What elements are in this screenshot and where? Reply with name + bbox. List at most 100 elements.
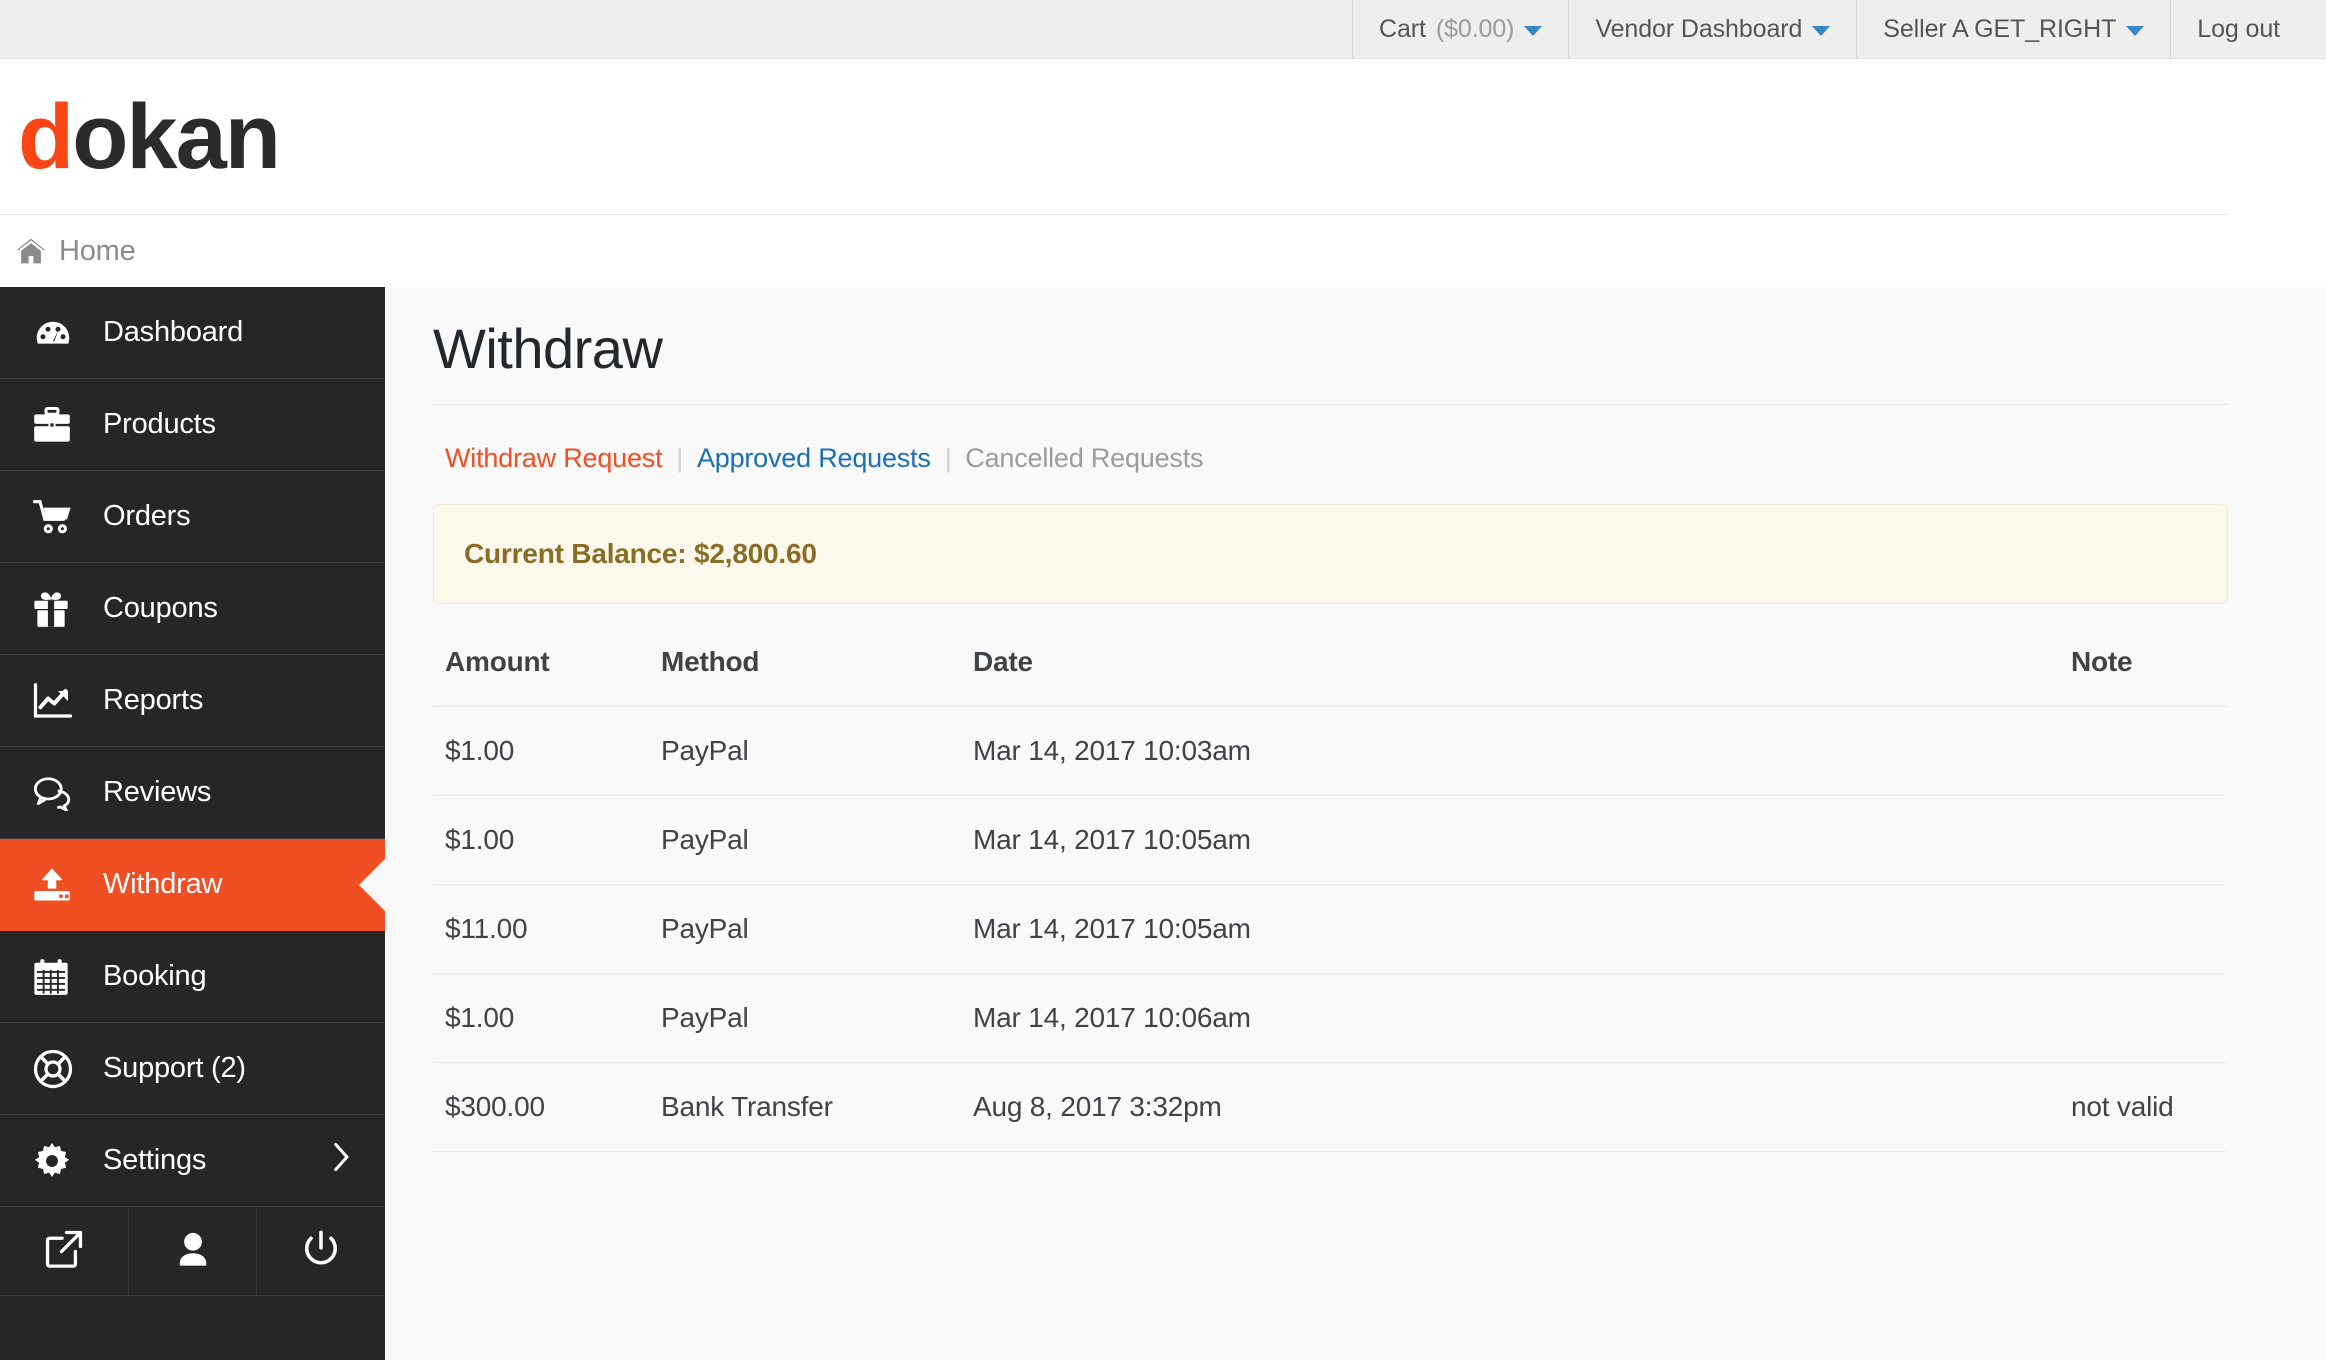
sidebar-item-products[interactable]: Products [0, 379, 385, 471]
column-header-date: Date [961, 646, 2059, 707]
table-row: $1.00 PayPal Mar 14, 2017 10:03am [433, 707, 2228, 796]
sidebar-item-settings[interactable]: Settings [0, 1115, 385, 1207]
table-header-row: Amount Method Date Note [433, 646, 2228, 707]
upload-icon [33, 867, 77, 903]
logout-button[interactable] [257, 1207, 385, 1295]
cell-method: PayPal [649, 974, 961, 1063]
top-bar: Cart ($0.00) Vendor Dashboard Seller A G… [0, 0, 2326, 59]
page-title: Withdraw [433, 315, 2228, 404]
table-row: $300.00 Bank Transfer Aug 8, 2017 3:32pm… [433, 1063, 2228, 1152]
topbar-account-label: Seller A GET_RIGHT [1883, 15, 2116, 44]
sidebar-item-label: Reviews [103, 776, 211, 809]
cell-amount: $300.00 [433, 1063, 649, 1152]
sidebar-item-label: Booking [103, 960, 206, 993]
table-row: $1.00 PayPal Mar 14, 2017 10:05am [433, 796, 2228, 885]
cell-date: Mar 14, 2017 10:03am [961, 707, 2059, 796]
topbar-item-cart[interactable]: Cart ($0.00) [1352, 0, 1568, 58]
topbar-cart-amount: ($0.00) [1436, 15, 1515, 44]
topbar-cart-label: Cart [1379, 15, 1426, 44]
cell-amount: $1.00 [433, 974, 649, 1063]
sidebar-item-label: Products [103, 408, 216, 441]
current-balance-notice: Current Balance: $2,800.60 [433, 504, 2228, 604]
chevron-down-icon [1812, 26, 1830, 36]
topbar-item-vendor-dashboard[interactable]: Vendor Dashboard [1568, 0, 1856, 58]
sidebar-item-label: Reports [103, 684, 203, 717]
table-row: $11.00 PayPal Mar 14, 2017 10:05am [433, 885, 2228, 974]
tab-separator: | [662, 443, 697, 474]
topbar-item-log-out[interactable]: Log out [2170, 0, 2326, 58]
cell-date: Mar 14, 2017 10:06am [961, 974, 2059, 1063]
cell-note: not valid [2059, 1063, 2228, 1152]
cell-method: Bank Transfer [649, 1063, 961, 1152]
tab-separator: | [931, 443, 966, 474]
breadcrumb-home-label[interactable]: Home [59, 235, 136, 268]
column-header-note: Note [2059, 646, 2228, 707]
tab-cancelled-requests[interactable]: Cancelled Requests [965, 443, 1203, 474]
sidebar-item-dashboard[interactable]: Dashboard [0, 287, 385, 379]
sidebar-item-label: Dashboard [103, 316, 243, 349]
home-icon [16, 238, 46, 264]
cell-method: PayPal [649, 885, 961, 974]
visit-store-button[interactable] [0, 1207, 129, 1295]
cell-amount: $1.00 [433, 796, 649, 885]
sidebar-item-support[interactable]: Support (2) [0, 1023, 385, 1115]
chevron-down-icon [1524, 26, 1542, 36]
cell-date: Aug 8, 2017 3:32pm [961, 1063, 2059, 1152]
sidebar-item-reports[interactable]: Reports [0, 655, 385, 747]
sidebar-item-label: Support (2) [103, 1052, 246, 1085]
comments-icon [33, 775, 77, 811]
cell-amount: $1.00 [433, 707, 649, 796]
withdraw-requests-table: Amount Method Date Note $1.00 PayPal Mar… [433, 646, 2228, 1152]
external-link-icon [45, 1230, 83, 1273]
cell-note [2059, 885, 2228, 974]
cell-method: PayPal [649, 796, 961, 885]
breadcrumb: Home [0, 215, 2326, 287]
sidebar-item-withdraw[interactable]: Withdraw [0, 839, 385, 931]
logo-rest: okan [72, 86, 279, 188]
tab-withdraw-request[interactable]: Withdraw Request [445, 443, 662, 474]
chevron-down-icon [2126, 26, 2144, 36]
withdraw-tabs: Withdraw Request | Approved Requests | C… [433, 405, 2228, 504]
table-row: $1.00 PayPal Mar 14, 2017 10:06am [433, 974, 2228, 1063]
column-header-amount: Amount [433, 646, 649, 707]
tab-approved-requests[interactable]: Approved Requests [697, 443, 931, 474]
gear-icon [33, 1142, 77, 1180]
briefcase-icon [33, 407, 77, 443]
gift-icon [33, 590, 77, 628]
main-content: Withdraw Withdraw Request | Approved Req… [385, 287, 2326, 1360]
sidebar-footer [0, 1207, 385, 1296]
column-header-method: Method [649, 646, 961, 707]
sidebar-item-coupons[interactable]: Coupons [0, 563, 385, 655]
topbar-vendor-dashboard-label: Vendor Dashboard [1595, 15, 1802, 44]
calendar-icon [33, 958, 77, 996]
sidebar-item-label: Settings [103, 1144, 206, 1177]
user-icon [176, 1231, 210, 1272]
sidebar-item-label: Coupons [103, 592, 218, 625]
sidebar-filler [0, 1296, 385, 1360]
topbar-log-out-label: Log out [2197, 15, 2280, 44]
sidebar-item-reviews[interactable]: Reviews [0, 747, 385, 839]
cell-note [2059, 707, 2228, 796]
sidebar-item-booking[interactable]: Booking [0, 931, 385, 1023]
logo-bar: dokan [0, 59, 2326, 215]
site-logo[interactable]: dokan [18, 91, 279, 183]
tachometer-icon [33, 313, 77, 353]
sidebar: Dashboard Products Orders Coupons Report [0, 287, 385, 1360]
cell-date: Mar 14, 2017 10:05am [961, 796, 2059, 885]
power-icon [303, 1230, 339, 1273]
logo-first-letter: d [18, 86, 72, 188]
sidebar-item-label: Withdraw [103, 868, 222, 901]
page-body: Dashboard Products Orders Coupons Report [0, 287, 2326, 1360]
cell-method: PayPal [649, 707, 961, 796]
cell-note [2059, 974, 2228, 1063]
sidebar-item-orders[interactable]: Orders [0, 471, 385, 563]
topbar-item-account[interactable]: Seller A GET_RIGHT [1856, 0, 2170, 58]
cell-note [2059, 796, 2228, 885]
shopping-cart-icon [33, 498, 77, 536]
sidebar-item-label: Orders [103, 500, 190, 533]
lifebuoy-icon [33, 1049, 77, 1089]
line-chart-icon [33, 682, 77, 720]
edit-account-button[interactable] [129, 1207, 258, 1295]
chevron-right-icon [333, 1142, 351, 1180]
cell-date: Mar 14, 2017 10:05am [961, 885, 2059, 974]
